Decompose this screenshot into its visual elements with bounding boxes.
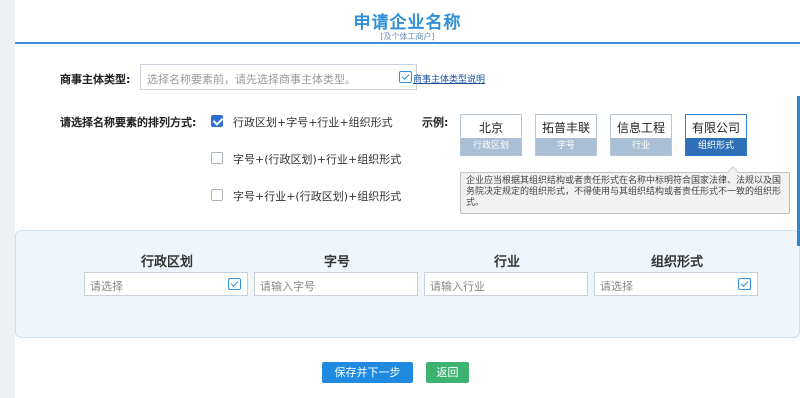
region-placeholder: 请选择 bbox=[90, 280, 123, 293]
trade-name-placeholder: 请输入字号 bbox=[260, 280, 315, 293]
industry-input[interactable]: 请输入行业 bbox=[424, 272, 588, 296]
example-label: 示例: bbox=[422, 116, 449, 129]
example-card-caption: 行政区划 bbox=[461, 138, 521, 155]
checkbox-checked-icon[interactable] bbox=[211, 115, 223, 127]
industry-placeholder: 请输入行业 bbox=[430, 280, 485, 293]
example-card-value: 拓普丰联 bbox=[541, 121, 590, 135]
checkbox-icon[interactable] bbox=[211, 189, 223, 201]
checkbox-icon[interactable] bbox=[211, 152, 223, 164]
region-select[interactable]: 请选择 bbox=[84, 272, 248, 296]
example-card-caption: 组织形式 bbox=[686, 138, 746, 155]
arrangement-option-label: 字号+行业+(行政区划)+组织形式 bbox=[233, 190, 402, 203]
select-picker-icon[interactable] bbox=[228, 278, 241, 290]
entity-type-select[interactable]: 选择名称要素前，请先选择商事主体类型。 bbox=[140, 64, 417, 90]
example-card-org-form: 有限公司 组织形式 bbox=[685, 114, 747, 156]
example-card-region: 北京 行政区划 bbox=[460, 114, 522, 156]
example-card-value: 信息工程 bbox=[616, 121, 665, 135]
column-header-industry: 行业 bbox=[493, 255, 520, 270]
trade-name-input[interactable]: 请输入字号 bbox=[254, 272, 418, 296]
example-card-caption: 行业 bbox=[611, 138, 671, 155]
page: 申请企业名称 [及个体工商户] 商事主体类型: 选择名称要素前，请先选择商事主体… bbox=[15, 0, 800, 398]
page-subtitle: [及个体工商户] bbox=[380, 32, 435, 41]
column-header-name: 字号 bbox=[323, 255, 350, 270]
select-picker-icon[interactable] bbox=[399, 71, 412, 83]
page-title: 申请企业名称 bbox=[353, 13, 462, 33]
example-card-industry: 信息工程 行业 bbox=[610, 114, 672, 156]
column-header-region: 行政区划 bbox=[140, 255, 193, 270]
org-form-select[interactable]: 请选择 bbox=[594, 272, 758, 296]
page-header: 申请企业名称 [及个体工商户] bbox=[15, 0, 800, 44]
entity-type-label: 商事主体类型: bbox=[60, 73, 131, 86]
name-elements-panel: 行政区划 字号 行业 组织形式 请选择 请输入字号 请输入行业 请选择 bbox=[15, 230, 800, 338]
arrangement-option-label: 行政区划+字号+行业+组织形式 bbox=[233, 116, 393, 129]
example-card-caption: 字号 bbox=[536, 138, 596, 155]
arrangement-option-label: 字号+(行政区划)+行业+组织形式 bbox=[233, 153, 402, 166]
example-card-value: 有限公司 bbox=[691, 121, 740, 135]
back-button[interactable]: 返回 bbox=[426, 362, 469, 383]
select-picker-icon[interactable] bbox=[738, 278, 751, 290]
column-header-org-form: 组织形式 bbox=[650, 255, 703, 270]
org-form-placeholder: 请选择 bbox=[600, 280, 633, 293]
org-form-tooltip: 企业应当根据其组织结构或者责任形式在名称中标明符合国家法律、法规以及国务院决定规… bbox=[460, 166, 790, 214]
entity-type-placeholder: 选择名称要素前，请先选择商事主体类型。 bbox=[147, 73, 356, 86]
entity-type-help-link[interactable]: 商事主体类型说明 bbox=[413, 72, 485, 85]
save-next-button[interactable]: 保存并下一步 bbox=[322, 362, 413, 383]
arrangement-label: 请选择名称要素的排列方式: bbox=[60, 116, 197, 129]
example-card-name: 拓普丰联 字号 bbox=[535, 114, 597, 156]
example-card-value: 北京 bbox=[478, 121, 503, 135]
